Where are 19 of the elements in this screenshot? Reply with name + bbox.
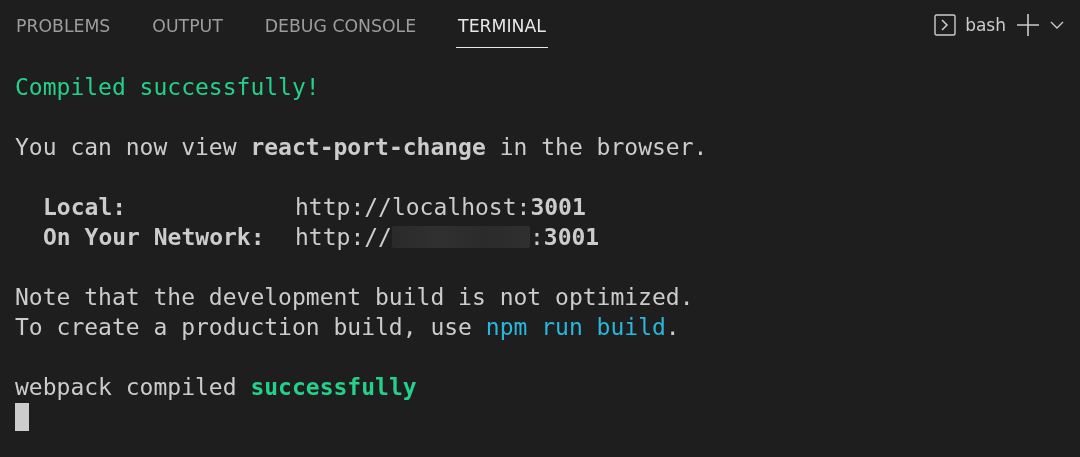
address-label: On Your Network:	[42, 223, 266, 252]
terminal-line: Compiled successfully!	[15, 73, 320, 102]
terminal-picker[interactable]: bash	[934, 14, 1006, 36]
terminal-line: To create a production build, use npm run build.	[15, 313, 680, 342]
terminal-line: You can now view react-port-change in the browser.	[15, 133, 708, 162]
chevron-down-icon[interactable]	[1050, 21, 1064, 29]
terminal-icon	[934, 14, 957, 36]
panel-tab[interactable]: OUTPUT	[152, 0, 223, 48]
terminal-line: webpack compiled successfully	[15, 373, 417, 402]
address-label: Local:	[42, 193, 128, 222]
cursor	[15, 403, 29, 431]
port-text: :3001	[529, 223, 600, 252]
panel-tab[interactable]: PROBLEMS	[16, 0, 111, 48]
panel-tab[interactable]: TERMINAL	[456, 0, 548, 48]
panel-tab[interactable]: DEBUG CONSOLE	[264, 0, 417, 48]
plus-icon[interactable]	[1016, 13, 1040, 37]
address-url: http://localhost:3001	[295, 193, 586, 222]
address-url: http://	[295, 223, 392, 252]
terminal-line: Note that the development build is not optimized.	[15, 283, 694, 312]
